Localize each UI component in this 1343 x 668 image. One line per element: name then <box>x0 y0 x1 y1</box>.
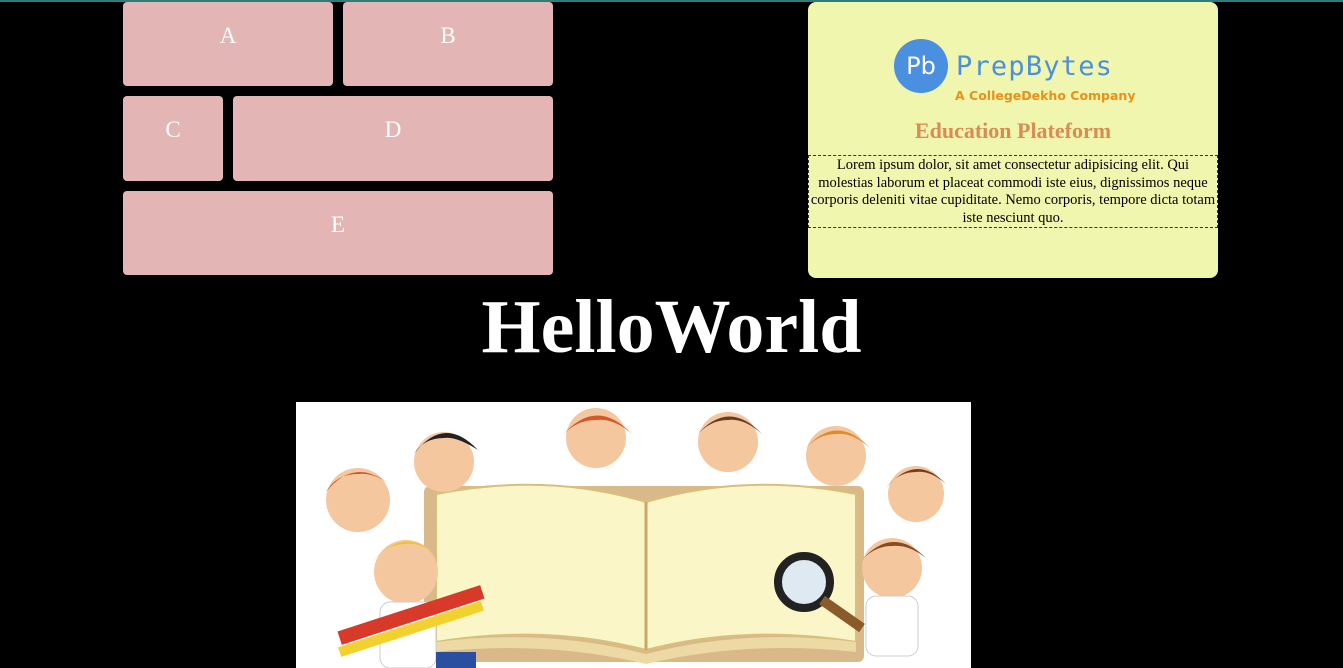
page-heading: HelloWorld <box>481 285 862 369</box>
grid-box-c: C <box>123 96 223 181</box>
prepbytes-logo: Pb PrepBytes A CollegeDekho Company <box>894 39 1136 109</box>
card-description: Lorem ipsum dolor, sit amet consectetur … <box>808 155 1218 228</box>
card-title: Education Plateform <box>914 118 1112 143</box>
grid-box-e: E <box>123 191 553 275</box>
grid-box-a: A <box>123 2 333 86</box>
grid-box-d: D <box>233 96 553 181</box>
logo-mark-icon: Pb <box>894 39 948 93</box>
info-card: Pb PrepBytes A CollegeDekho Company Educ… <box>808 2 1218 278</box>
illustration-graphic <box>326 408 946 668</box>
logo-wordmark: PrepBytes <box>956 51 1114 82</box>
kids-with-book-illustration <box>296 402 971 668</box>
logo-tagline: A CollegeDekho Company <box>955 88 1136 103</box>
grid-box-b: B <box>343 2 553 86</box>
